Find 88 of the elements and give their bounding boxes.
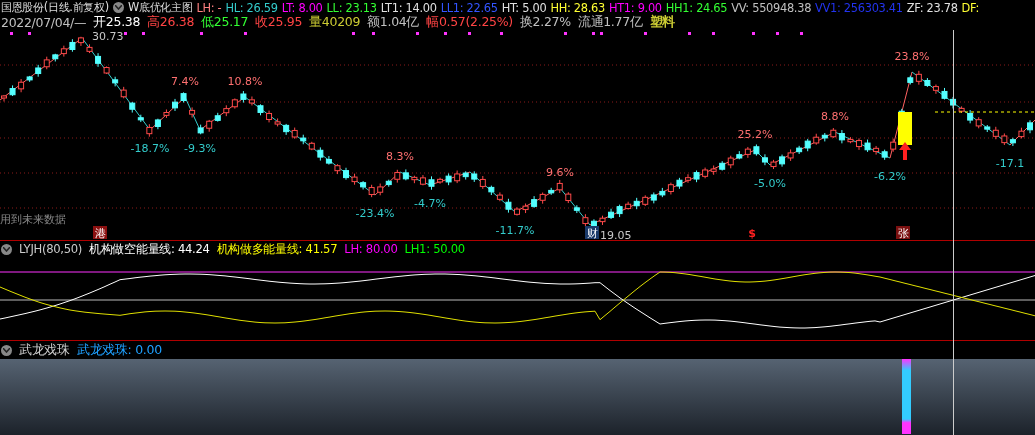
- percent-label: 8.3%: [386, 150, 414, 163]
- percent-label: -17.1: [995, 157, 1025, 170]
- dropdown-icon[interactable]: [1, 344, 12, 356]
- indicator-value: LL1: 22.65: [440, 0, 498, 15]
- percent-label: -23.4%: [355, 207, 395, 220]
- candlestick: [189, 106, 196, 119]
- percent-label: -6.2%: [874, 170, 906, 183]
- indicator-value: HL: 26.59: [225, 0, 278, 15]
- candlestick: [257, 103, 264, 116]
- candlestick: [9, 84, 16, 97]
- indicator-value: DF:: [961, 0, 979, 15]
- candlestick: [1018, 127, 1025, 139]
- indicator-value: VV1: 256303.41: [815, 0, 903, 15]
- dropdown-icon[interactable]: [1, 243, 12, 255]
- candlestick: [163, 109, 170, 119]
- candlestick: [351, 173, 358, 186]
- candlestick: [505, 198, 512, 214]
- dropdown-icon[interactable]: [112, 2, 124, 13]
- event-marker: 张: [896, 226, 910, 240]
- indicator-value: LH: 80.00: [344, 242, 398, 256]
- percent-label: 7.4%: [171, 75, 199, 88]
- indicator-value: HT: 5.00: [501, 0, 547, 15]
- indicator-value: LH1: 50.00: [404, 242, 465, 256]
- warning-text: 用到未来数据: [0, 213, 66, 226]
- candlestick: [847, 136, 854, 144]
- quote-value: 额1.04亿: [367, 14, 420, 31]
- indicator-name: W底优化主图: [127, 0, 193, 15]
- quote-value: 2022/07/04/—: [1, 15, 87, 30]
- indicator-name: LYJH(80,50): [19, 242, 83, 256]
- event-marker: $: [748, 227, 756, 240]
- stock-title: 国恩股份(日线.前复权): [1, 0, 109, 15]
- candlestick: [685, 173, 691, 184]
- indicator-value: 机构做多能量线: 41.57: [216, 241, 338, 257]
- percent-label: 10.8%: [227, 75, 263, 88]
- candlestick: [334, 163, 341, 175]
- up-arrow-icon: [899, 142, 911, 160]
- indicator-value: 机构做空能量线: 44.24: [89, 241, 210, 257]
- quote-value: 幅0.57(2.25%): [426, 14, 513, 31]
- quote-value: 开25.38: [93, 14, 141, 31]
- percent-label: -5.0%: [754, 177, 786, 190]
- quote-value: 高26.38: [147, 14, 195, 31]
- indicator-name: 武龙戏珠: [19, 341, 70, 359]
- quote-value: 收25.95: [255, 14, 303, 31]
- candlestick: [864, 139, 871, 153]
- candlestick: [522, 203, 529, 214]
- indicator-value: HH: 28.63: [550, 0, 605, 15]
- indicator-value: LL: 23.13: [326, 0, 377, 15]
- percent-label: -9.3%: [184, 142, 216, 155]
- candlestick: [86, 43, 93, 54]
- candlestick: [514, 206, 520, 217]
- indicator-value: HT1: 9.00: [608, 0, 662, 15]
- candlestick: [1027, 119, 1033, 134]
- candlestick: [890, 138, 897, 153]
- candlestick: [180, 91, 187, 104]
- indicator-value: ZF: 23.78: [906, 0, 958, 15]
- percent-label: 25.2%: [737, 128, 773, 141]
- indicator-value: HH1: 24.65: [665, 0, 728, 15]
- price-label: 30.73: [92, 30, 124, 43]
- price-label: 19.05: [600, 229, 632, 240]
- quote-value: 量40209: [309, 14, 361, 31]
- quote-value: 低25.17: [201, 14, 249, 31]
- quote-value: 流通1.77亿: [577, 14, 643, 31]
- candlestick: [676, 177, 683, 190]
- indicator-value: 武龙戏珠: 0.00: [76, 341, 162, 359]
- quote-value: 换2.27%: [519, 14, 571, 31]
- percent-label: -18.7%: [130, 142, 170, 155]
- indicator-value: LT1: 14.00: [380, 0, 437, 15]
- percent-label: -11.7%: [495, 224, 535, 237]
- percent-label: -4.7%: [414, 197, 446, 210]
- indicator-value: LT: 8.00: [281, 0, 323, 15]
- candlestick: [693, 170, 700, 183]
- candlestick: [770, 159, 777, 170]
- percent-label: 8.8%: [821, 110, 849, 123]
- signal-bar: [898, 112, 912, 145]
- quote-value: 塑料: [649, 14, 675, 31]
- candlestick: [856, 137, 862, 151]
- candlestick: [428, 175, 435, 191]
- indicator-value: VV: 550948.38: [731, 0, 812, 15]
- percent-label: 9.6%: [546, 166, 574, 179]
- candlestick: [599, 215, 606, 226]
- event-marker: 财: [585, 226, 599, 240]
- candlestick: [197, 124, 204, 135]
- event-marker: 港: [93, 226, 107, 240]
- candlestick: [343, 167, 349, 181]
- indicator-value: LH: -: [196, 0, 222, 15]
- percent-label: 23.8%: [894, 50, 930, 63]
- candlestick: [172, 98, 178, 112]
- candlestick: [941, 87, 948, 100]
